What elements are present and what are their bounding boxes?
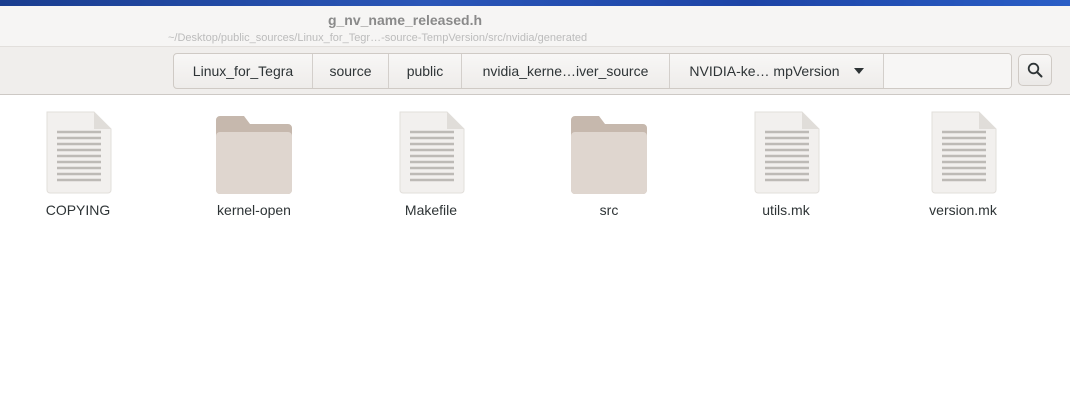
file-name-label: version.mk bbox=[929, 202, 997, 218]
title-bar: g_nv_name_released.h ~/Desktop/public_so… bbox=[0, 6, 1070, 47]
crumb-nvidia-kernel-source[interactable]: nvidia_kerne…iver_source bbox=[462, 54, 670, 88]
window-path-subtitle: ~/Desktop/public_sources/Linux_for_Tegr…… bbox=[168, 32, 588, 44]
toolbar: Linux_for_Tegra source public nvidia_ker… bbox=[0, 47, 1070, 95]
file-item-copying[interactable]: COPYING bbox=[3, 106, 153, 218]
text-file-icon bbox=[46, 111, 112, 194]
folder-icon bbox=[216, 116, 292, 194]
search-button[interactable] bbox=[1018, 54, 1052, 86]
crumb-nvidia-version-label: NVIDIA-ke… mpVersion bbox=[689, 63, 840, 79]
text-file-icon bbox=[931, 111, 997, 194]
file-name-label: utils.mk bbox=[762, 202, 810, 218]
crumb-public[interactable]: public bbox=[389, 54, 462, 88]
crumb-source[interactable]: source bbox=[313, 54, 389, 88]
file-name-label: COPYING bbox=[45, 202, 111, 218]
file-item-makefile[interactable]: Makefile bbox=[356, 106, 506, 218]
folder-item-src[interactable]: src bbox=[534, 106, 684, 218]
text-file-icon bbox=[754, 111, 820, 194]
file-item-utils-mk[interactable]: utils.mk bbox=[711, 106, 861, 218]
window-title: g_nv_name_released.h bbox=[327, 12, 483, 28]
file-name-label: Makefile bbox=[404, 202, 458, 218]
file-item-version-mk[interactable]: version.mk bbox=[888, 106, 1038, 218]
file-name-label: kernel-open bbox=[217, 202, 291, 218]
text-file-icon bbox=[399, 111, 465, 194]
folder-icon bbox=[571, 116, 647, 194]
chevron-down-icon[interactable] bbox=[853, 68, 864, 74]
breadcrumb: Linux_for_Tegra source public nvidia_ker… bbox=[173, 53, 1012, 89]
crumb-nvidia-version[interactable]: NVIDIA-ke… mpVersion bbox=[670, 54, 884, 88]
search-icon bbox=[1027, 62, 1043, 78]
pathbar-empty-area bbox=[884, 54, 1011, 88]
crumb-linux-for-tegra[interactable]: Linux_for_Tegra bbox=[174, 54, 313, 88]
folder-item-kernel-open[interactable]: kernel-open bbox=[179, 106, 329, 218]
file-name-label: src bbox=[599, 202, 619, 218]
